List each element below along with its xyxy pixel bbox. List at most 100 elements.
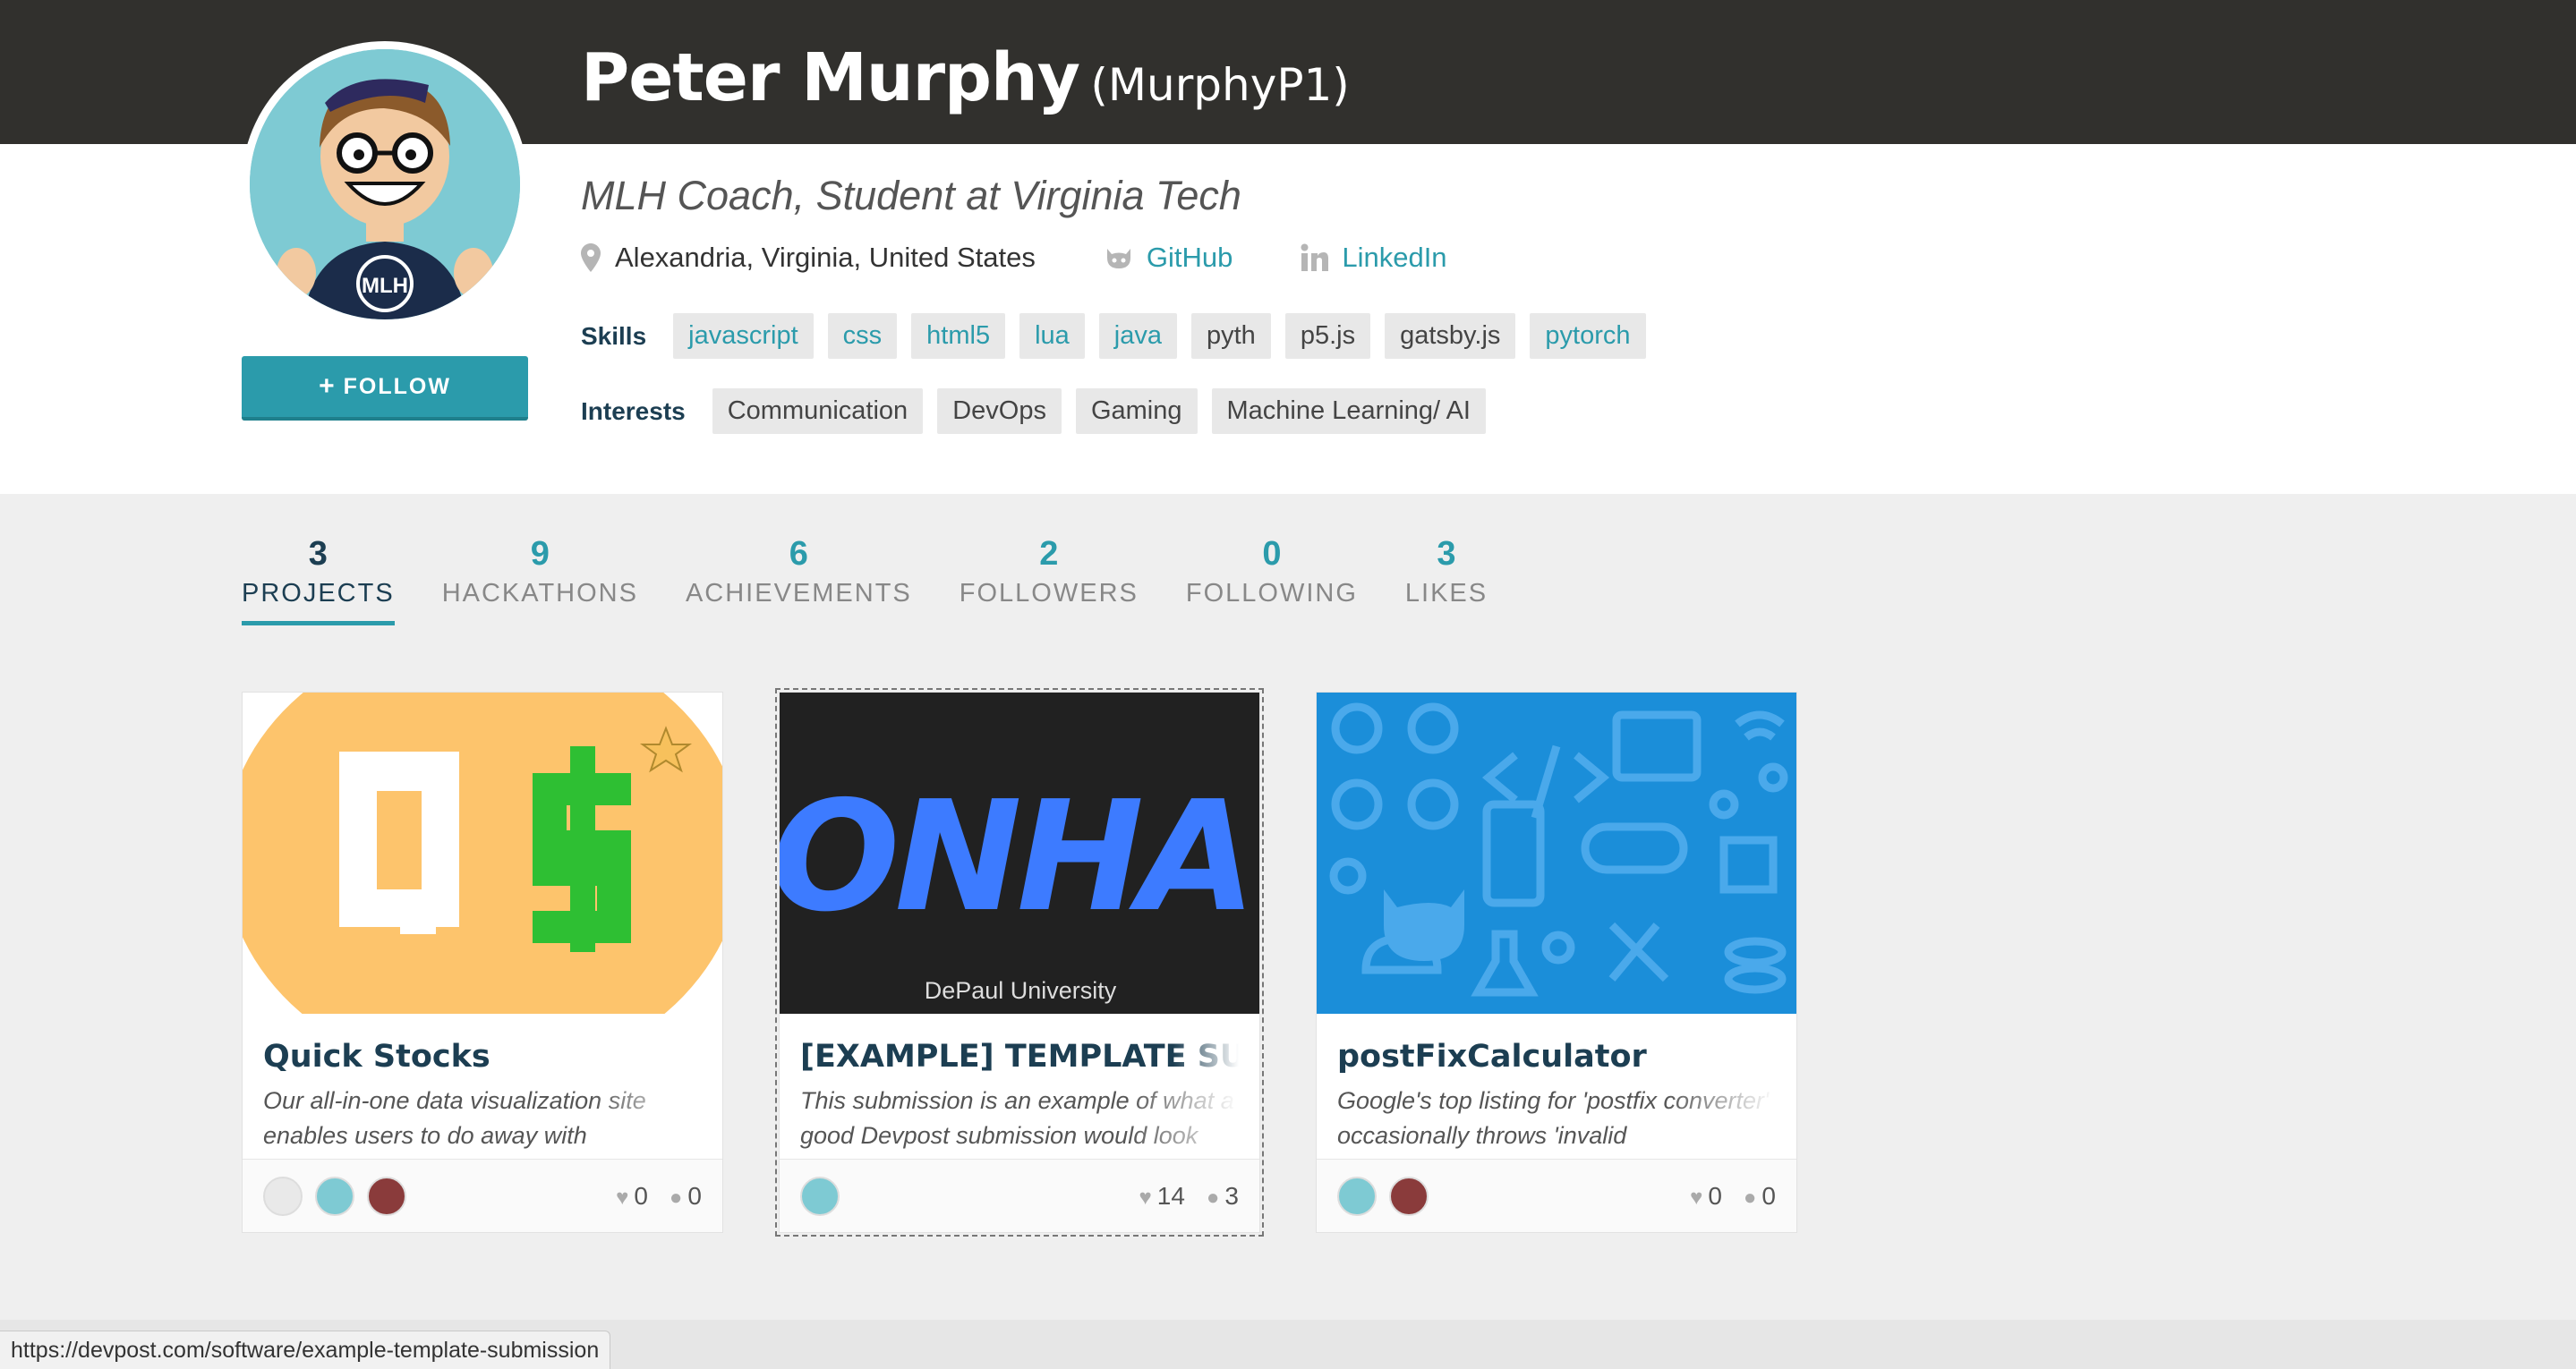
stat-label: HACKATHONS — [441, 579, 638, 608]
location: Alexandria, Virginia, United States — [581, 242, 1036, 274]
comment-icon: ● — [669, 1185, 683, 1210]
skills-row: Skills javascript css html5 lua java pyt… — [581, 313, 1646, 359]
likes-count: ♥ 0 — [616, 1182, 648, 1211]
tab-projects[interactable]: 3 PROJECTS — [242, 535, 395, 625]
location-text: Alexandria, Virginia, United States — [615, 242, 1036, 273]
profile-name: Peter Murphy — [581, 39, 1080, 116]
project-card-quick-stocks[interactable]: Quick Stocks Our all-in-one data visuali… — [242, 692, 723, 1233]
project-thumbnail[interactable] — [1317, 693, 1796, 1014]
project-title[interactable]: [EXAMPLE] TEMPLATE SUBMISSION — [800, 1039, 1239, 1075]
skill-tag[interactable]: pytorch — [1530, 313, 1646, 359]
tab-achievements[interactable]: 6 ACHIEVEMENTS — [686, 535, 912, 625]
avatar[interactable] — [263, 1176, 303, 1216]
stat-number: 9 — [530, 535, 550, 573]
project-thumbnail[interactable]: ONHA DePaul University — [780, 693, 1259, 1014]
skill-tag: p5.js — [1284, 313, 1371, 359]
heart-icon: ♥ — [1139, 1185, 1152, 1210]
stat-number: 3 — [1437, 535, 1456, 573]
profile-stats-tabs: 3 PROJECTS 9 HACKATHONS 6 ACHIEVEMENTS 2… — [242, 535, 1488, 625]
skill-tag[interactable]: css — [827, 313, 898, 359]
project-title[interactable]: postFixCalculator — [1337, 1039, 1776, 1075]
map-pin-icon — [581, 243, 601, 272]
project-counts: ♥ 0 ● 0 — [1690, 1182, 1776, 1211]
skill-tag[interactable]: java — [1098, 313, 1177, 359]
avatar[interactable] — [315, 1176, 354, 1216]
project-counts: ♥ 0 ● 0 — [616, 1182, 702, 1211]
project-title[interactable]: Quick Stocks — [263, 1039, 702, 1075]
github-icon — [1106, 249, 1130, 268]
comments-count: ● 0 — [670, 1182, 702, 1211]
stat-number: 2 — [1039, 535, 1059, 573]
stat-label: ACHIEVEMENTS — [685, 579, 912, 608]
skills-label: Skills — [581, 321, 647, 350]
stat-number: 6 — [789, 535, 808, 573]
project-thumbnail[interactable] — [243, 693, 722, 1014]
skill-tag[interactable]: javascript — [673, 313, 814, 359]
interests-label: Interests — [581, 396, 686, 425]
likes-count: ♥ 14 — [1139, 1182, 1185, 1211]
team-members — [800, 1176, 840, 1216]
svg-text:MLH: MLH — [362, 274, 408, 298]
project-card-template-submission[interactable]: ONHA DePaul University [EXAMPLE] TEMPLAT… — [775, 688, 1264, 1237]
avatar[interactable] — [1337, 1176, 1377, 1216]
comment-icon: ● — [1206, 1185, 1220, 1210]
team-members — [1337, 1176, 1429, 1216]
profile-name-line: Peter Murphy (MurphyP1) — [581, 39, 1350, 116]
tab-likes[interactable]: 3 LIKES — [1405, 535, 1488, 625]
project-description: Our all-in-one data visualization site e… — [263, 1087, 646, 1149]
tab-hackathons[interactable]: 9 HACKATHONS — [442, 535, 638, 625]
comments-count: ● 3 — [1207, 1182, 1239, 1211]
linkedin-link[interactable]: LinkedIn — [1301, 242, 1447, 274]
avatar[interactable] — [367, 1176, 406, 1216]
avatar: MLH — [242, 41, 528, 327]
comments-value: 0 — [1761, 1181, 1776, 1210]
thumbnail-text: ONHA — [780, 769, 1257, 946]
browser-status-url: https://devpost.com/software/example-tem… — [0, 1331, 611, 1369]
github-link[interactable]: GitHub — [1104, 242, 1233, 274]
github-label: GitHub — [1146, 242, 1233, 273]
project-description: This submission is an example of what a … — [800, 1087, 1234, 1149]
stat-number: 0 — [1262, 535, 1282, 573]
stat-label: PROJECTS — [242, 579, 395, 608]
skill-tag[interactable]: html5 — [911, 313, 1006, 359]
interest-tag: Gaming — [1075, 388, 1198, 434]
likes-value: 0 — [634, 1181, 648, 1210]
plus-icon: + — [319, 371, 337, 401]
comment-icon: ● — [1743, 1185, 1757, 1210]
linkedin-icon — [1301, 243, 1329, 271]
follow-button[interactable]: + FOLLOW — [242, 356, 528, 421]
stat-label: FOLLOWERS — [959, 579, 1139, 608]
project-card-postfix-calculator[interactable]: postFixCalculator Google's top listing f… — [1316, 692, 1797, 1233]
interest-tag: Communication — [712, 388, 924, 434]
skill-tag: gatsby.js — [1385, 313, 1516, 359]
likes-count: ♥ 0 — [1690, 1182, 1722, 1211]
stat-label: FOLLOWING — [1185, 579, 1358, 608]
project-card-footer: ♥ 0 ● 0 — [1317, 1159, 1796, 1232]
heart-icon: ♥ — [1690, 1185, 1703, 1210]
avatar[interactable] — [1389, 1176, 1429, 1216]
follow-label: FOLLOW — [343, 373, 451, 399]
linkedin-label: LinkedIn — [1342, 242, 1447, 273]
likes-value: 0 — [1708, 1181, 1722, 1210]
profile-tagline: MLH Coach, Student at Virginia Tech — [581, 173, 1241, 218]
skill-tag: pyth — [1191, 313, 1271, 359]
likes-value: 14 — [1156, 1181, 1185, 1210]
project-card-footer: ♥ 0 ● 0 — [243, 1159, 722, 1232]
tab-following[interactable]: 0 FOLLOWING — [1186, 535, 1358, 625]
project-description: Google's top listing for 'postfix conver… — [1337, 1087, 1770, 1149]
heart-icon: ♥ — [616, 1185, 629, 1210]
comments-value: 3 — [1224, 1181, 1239, 1210]
avatar[interactable] — [800, 1176, 840, 1216]
profile-username: (MurphyP1) — [1090, 59, 1350, 111]
comments-count: ● 0 — [1744, 1182, 1776, 1211]
interest-tag: Machine Learning/ AI — [1211, 388, 1486, 434]
stat-label: LIKES — [1404, 579, 1488, 608]
stat-number: 3 — [308, 535, 328, 573]
project-card-footer: ♥ 14 ● 3 — [780, 1159, 1259, 1232]
interests-row: Interests Communication DevOps Gaming Ma… — [581, 388, 1486, 434]
thumbnail-caption: DePaul University — [924, 977, 1117, 1004]
comments-value: 0 — [687, 1181, 702, 1210]
skill-tag[interactable]: lua — [1019, 313, 1085, 359]
team-members — [263, 1176, 406, 1216]
tab-followers[interactable]: 2 FOLLOWERS — [960, 535, 1139, 625]
